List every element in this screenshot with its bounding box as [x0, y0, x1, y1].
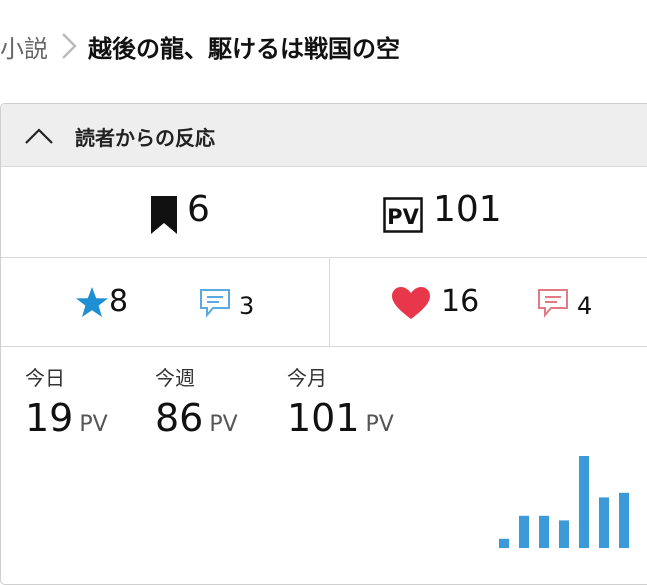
divider — [329, 258, 330, 346]
pv-bar — [599, 497, 609, 548]
pv-today: 今日 19 PV — [25, 366, 108, 440]
pv-icon: PV — [383, 197, 423, 233]
pv-this-week: 今週 86 PV — [155, 366, 238, 440]
bookmark-count: 6 — [187, 189, 210, 230]
comment-icon[interactable] — [199, 288, 231, 318]
star-icon[interactable] — [75, 286, 109, 318]
work-title[interactable]: 越後の龍、駆けるは戦国の空 — [88, 29, 400, 64]
star-review-count: 3 — [239, 292, 255, 320]
bookmark-icon — [151, 196, 177, 234]
stat-value: 101 — [287, 396, 360, 440]
stat-label: 今月 — [287, 366, 327, 390]
pv-bar — [539, 515, 549, 548]
comment-icon[interactable] — [537, 288, 569, 318]
stat-value: 86 — [155, 396, 204, 440]
stat-unit: PV — [209, 412, 238, 437]
pv-bar — [579, 456, 589, 548]
totals-row: 6 PV 101 — [1, 167, 647, 258]
heart-icon[interactable] — [391, 286, 431, 320]
pv-bar — [519, 515, 529, 548]
heart-comment-count: 4 — [577, 292, 593, 320]
stat-label: 今週 — [155, 366, 195, 390]
stat-unit: PV — [365, 412, 394, 437]
star-count: 8 — [109, 284, 129, 319]
breadcrumb: 小説 越後の龍、駆けるは戦国の空 — [0, 24, 400, 68]
chevron-right-icon — [62, 33, 77, 59]
stat-value: 19 — [25, 396, 74, 440]
heart-count: 16 — [441, 284, 480, 319]
pv-bar — [559, 520, 569, 548]
pv-bar — [619, 492, 629, 548]
pv-this-month: 今月 101 PV — [287, 366, 394, 440]
chevron-up-icon[interactable] — [23, 126, 55, 146]
breadcrumb-root-link[interactable]: 小説 — [0, 29, 48, 64]
pv-total-count: 101 — [433, 189, 502, 230]
stat-label: 今日 — [25, 366, 65, 390]
reactions-title: 読者からの反応 — [75, 126, 215, 150]
pv-bar — [499, 538, 509, 548]
stat-unit: PV — [79, 412, 108, 437]
svg-text:PV: PV — [387, 205, 419, 229]
reactions-panel-header[interactable]: 読者からの反応 — [1, 104, 647, 167]
pv-bar-chart — [499, 456, 629, 548]
ratings-row: 8 3 16 4 — [1, 258, 647, 347]
